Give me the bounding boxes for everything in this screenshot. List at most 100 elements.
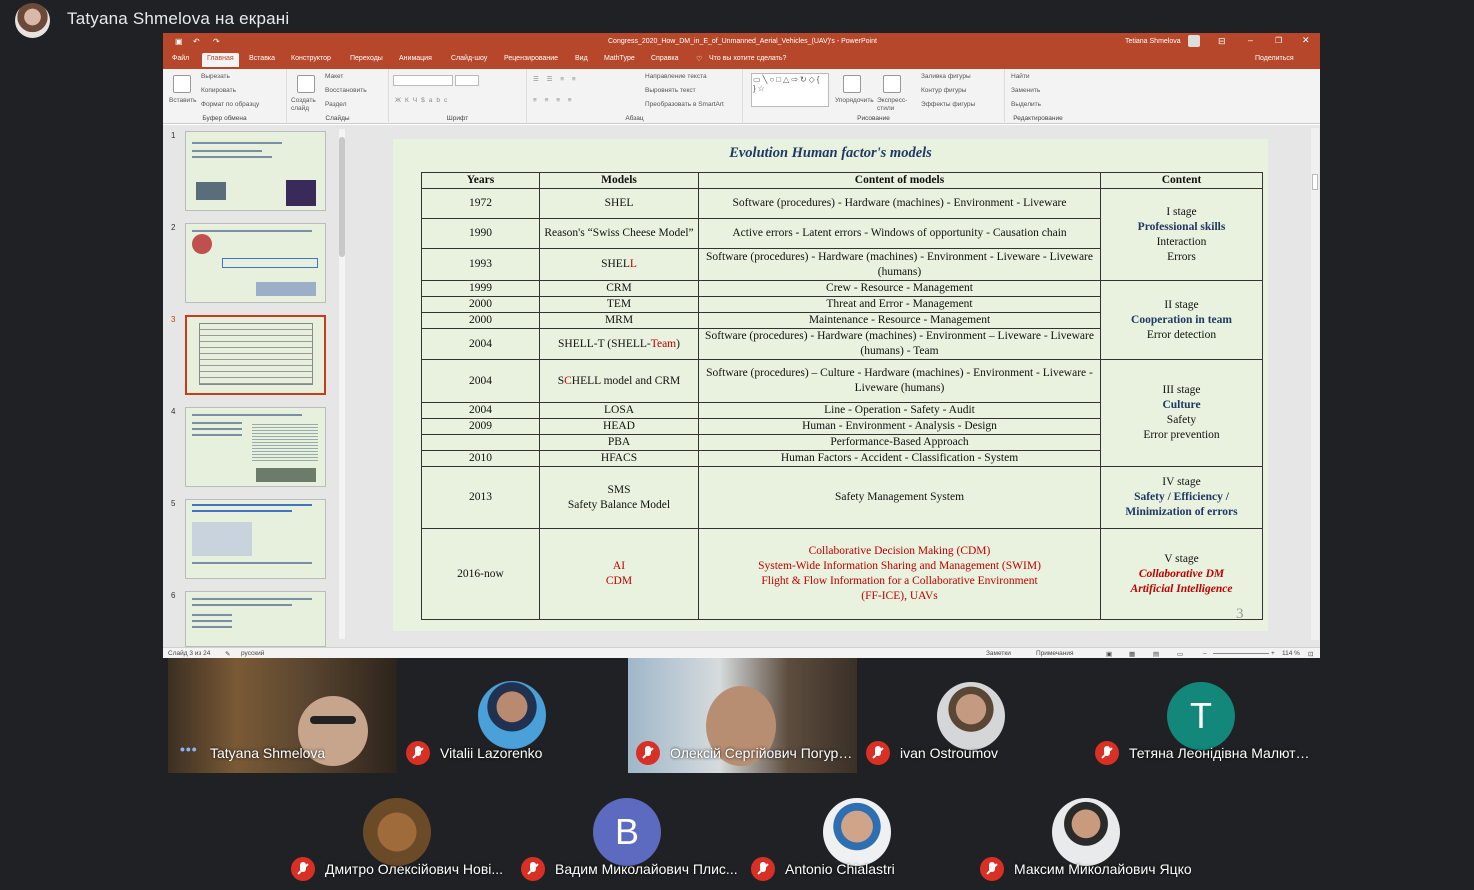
participant-name: Олексій Сергійович Погуре...: [670, 745, 853, 761]
speaking-indicator-icon: •••: [180, 741, 198, 757]
ribbon-display-icon[interactable]: ⊟: [1218, 36, 1226, 47]
model-cell: AI CDM: [539, 528, 699, 620]
mic-off-icon: [980, 857, 1004, 881]
notes-button[interactable]: Заметки: [986, 650, 1011, 657]
section-button[interactable]: Раздел: [325, 101, 346, 108]
new-slide-icon[interactable]: [297, 75, 315, 93]
slide-thumbnail[interactable]: [185, 131, 326, 211]
participant-tile[interactable]: Дмитро Олексійович Нові...: [283, 774, 512, 889]
minimize-icon[interactable]: –: [1248, 35, 1253, 45]
language-indicator[interactable]: русский: [241, 650, 264, 657]
participant-tile[interactable]: ivan Ostroumov: [858, 658, 1087, 773]
mic-off-icon: [636, 741, 660, 765]
year-cell: 1999: [421, 280, 540, 297]
tab-slideshow[interactable]: Слайд-шоу: [451, 55, 487, 62]
spellcheck-icon[interactable]: ✎: [225, 650, 230, 658]
participant-tile[interactable]: Antonio Chialastri: [743, 774, 972, 889]
slide-title: Evolution Human factor's models: [729, 145, 932, 161]
user-avatar[interactable]: [1188, 35, 1200, 47]
reading-view-icon[interactable]: ▤: [1153, 650, 1159, 658]
tab-help[interactable]: Справка: [651, 55, 678, 62]
participant-tile[interactable]: ••• Tatyana Shmelova: [168, 658, 397, 773]
slide-thumbnail-selected[interactable]: [185, 315, 326, 395]
align-text-button[interactable]: Выровнять текст: [645, 87, 696, 94]
smartart-button[interactable]: Преобразовать в SmartArt: [645, 101, 724, 108]
tab-view[interactable]: Вид: [575, 55, 588, 62]
slide-thumbnail[interactable]: [185, 499, 326, 579]
zoom-out-icon[interactable]: –: [1203, 650, 1207, 657]
arrange-icon[interactable]: [843, 75, 861, 93]
fit-slide-icon[interactable]: ⊡: [1308, 650, 1313, 658]
tab-mathtype[interactable]: MathType: [604, 55, 635, 62]
find-button[interactable]: Найти: [1011, 73, 1030, 80]
redo-icon[interactable]: ↷: [213, 37, 220, 46]
participant-tile[interactable]: Vitalii Lazorenko: [398, 658, 627, 773]
paste-button[interactable]: Вставить: [169, 97, 197, 104]
reset-button[interactable]: Восстановить: [325, 87, 367, 94]
group-label: Рисование: [857, 115, 890, 122]
zoom-level[interactable]: 114 %: [1282, 650, 1300, 657]
shapes-gallery[interactable]: ▭╲○□△⇨↻◇{ }☆: [751, 73, 829, 107]
quick-styles-button[interactable]: Экспресс-стили: [877, 97, 913, 113]
content-cell: Software (procedures) - Hardware (machin…: [698, 328, 1101, 360]
year-cell: 2009: [421, 418, 540, 435]
slide-thumbnails-pane[interactable]: 1 2 3 4 5 6: [163, 125, 349, 647]
format-painter-button[interactable]: Формат по образцу: [201, 101, 259, 108]
tab-animations[interactable]: Анимация: [399, 55, 432, 62]
tab-home[interactable]: Главная: [202, 53, 239, 67]
close-icon[interactable]: ✕: [1302, 35, 1310, 46]
group-label: Редактирование: [1013, 115, 1063, 122]
slideshow-view-icon[interactable]: ▭: [1177, 650, 1183, 658]
font-name-box[interactable]: [393, 75, 453, 86]
replace-button[interactable]: Заменить: [1011, 87, 1040, 94]
content-cell: Line - Operation - Safety - Audit: [698, 402, 1101, 419]
participant-tile[interactable]: Олексій Сергійович Погуре...: [628, 658, 857, 773]
slide-thumbnail[interactable]: [185, 407, 326, 487]
shape-fill-button[interactable]: Заливка фигуры: [921, 73, 971, 80]
paste-icon[interactable]: [173, 75, 191, 93]
quick-styles-icon[interactable]: [883, 75, 901, 93]
tab-transitions[interactable]: Переходы: [350, 55, 383, 62]
restore-icon[interactable]: ❐: [1275, 36, 1282, 45]
participant-tile[interactable]: T Тетяна Леонідівна Малюте...: [1087, 658, 1316, 773]
mic-off-icon: [751, 857, 775, 881]
share-button[interactable]: Поделиться: [1255, 55, 1294, 62]
new-slide-button[interactable]: Создать слайд: [291, 97, 325, 113]
select-button[interactable]: Выделить: [1011, 101, 1041, 108]
participant-tile[interactable]: Максим Миколайович Яцко: [972, 774, 1201, 889]
layout-button[interactable]: Макет: [325, 73, 343, 80]
save-icon[interactable]: ▣: [175, 37, 183, 46]
text-direction-button[interactable]: Направление текста: [645, 73, 707, 80]
comments-button[interactable]: Примечания: [1036, 650, 1074, 657]
slide-thumbnail[interactable]: [185, 591, 326, 647]
stage-cell-2: II stage Cooperation in team Error detec…: [1100, 280, 1263, 360]
tab-insert[interactable]: Вставка: [249, 55, 275, 62]
shared-screen-powerpoint[interactable]: ▣ ↶ ↷ Congress_2020_How_DM_in_E_of_Unman…: [163, 33, 1320, 658]
tab-review[interactable]: Рецензирование: [504, 55, 558, 62]
tell-me-box[interactable]: Что вы хотите сделать?: [709, 55, 786, 62]
year-cell: 2010: [421, 450, 540, 467]
editor-scrollbar[interactable]: [1311, 128, 1319, 640]
tab-file[interactable]: Файл: [172, 55, 189, 62]
zoom-slider[interactable]: [1213, 653, 1269, 654]
undo-icon[interactable]: ↶: [193, 37, 200, 46]
slide-canvas[interactable]: Evolution Human factor's models Years Mo…: [393, 139, 1268, 631]
cut-button[interactable]: Вырезать: [201, 73, 230, 80]
zoom-in-icon[interactable]: +: [1271, 650, 1275, 657]
sorter-view-icon[interactable]: ▦: [1129, 650, 1135, 658]
group-label: Буфер обмена: [202, 115, 247, 122]
slide-thumbnail[interactable]: [185, 223, 326, 303]
shape-effects-button[interactable]: Эффекты фигуры: [921, 101, 975, 108]
shape-outline-button[interactable]: Контур фигуры: [921, 87, 966, 94]
arrange-button[interactable]: Упорядочить: [835, 97, 874, 104]
status-bar: Слайд 3 из 24 ✎ русский Заметки Примечан…: [163, 647, 1320, 658]
font-size-box[interactable]: [455, 75, 479, 86]
normal-view-icon[interactable]: ▣: [1106, 650, 1112, 658]
participant-tile[interactable]: В Вадим Миколайович Плис...: [513, 774, 742, 889]
paragraph-group: ☰ ☰ ≡ ≡ ≡ ≡ ≡ ≡ Направление текста Выров…: [527, 69, 743, 124]
thumbnails-scrollbar[interactable]: [339, 129, 345, 639]
copy-button[interactable]: Копировать: [201, 87, 236, 94]
tab-design[interactable]: Конструктор: [291, 55, 331, 62]
ribbon: Вставить Вырезать Копировать Формат по о…: [163, 69, 1320, 124]
header-content: Content: [1100, 172, 1263, 189]
